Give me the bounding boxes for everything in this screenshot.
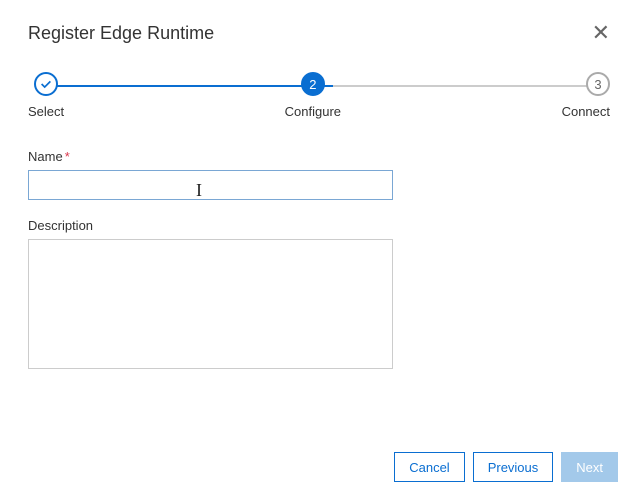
required-asterisk: * — [65, 149, 70, 164]
description-input[interactable] — [28, 239, 393, 369]
step-select-label: Select — [28, 104, 64, 119]
name-label: Name* — [28, 149, 610, 164]
dialog-footer: Cancel Previous Next — [394, 452, 618, 482]
step-configure-number: 2 — [309, 77, 316, 92]
description-field-group: Description — [28, 218, 610, 374]
register-edge-runtime-dialog: Register Edge Runtime ✕ Select 2 Configu… — [0, 0, 638, 374]
step-connect-number: 3 — [594, 77, 601, 92]
dialog-title: Register Edge Runtime — [28, 23, 214, 44]
step-connect-indicator[interactable]: 3 — [586, 72, 610, 96]
wizard-stepper: Select 2 Configure 3 Connect — [28, 72, 610, 119]
step-connect: 3 Connect — [562, 72, 610, 119]
step-select-indicator[interactable] — [34, 72, 58, 96]
step-select: Select — [28, 72, 64, 119]
next-button[interactable]: Next — [561, 452, 618, 482]
name-label-text: Name — [28, 149, 63, 164]
step-connect-label: Connect — [562, 104, 610, 119]
previous-button[interactable]: Previous — [473, 452, 554, 482]
close-icon[interactable]: ✕ — [592, 22, 610, 44]
checkmark-icon — [39, 77, 53, 91]
dialog-header: Register Edge Runtime ✕ — [28, 22, 610, 44]
step-configure-label: Configure — [285, 104, 341, 119]
step-configure-indicator[interactable]: 2 — [301, 72, 325, 96]
step-configure: 2 Configure — [285, 72, 341, 119]
cancel-button[interactable]: Cancel — [394, 452, 464, 482]
name-input[interactable] — [28, 170, 393, 200]
description-label: Description — [28, 218, 610, 233]
name-field-group: Name* — [28, 149, 610, 200]
